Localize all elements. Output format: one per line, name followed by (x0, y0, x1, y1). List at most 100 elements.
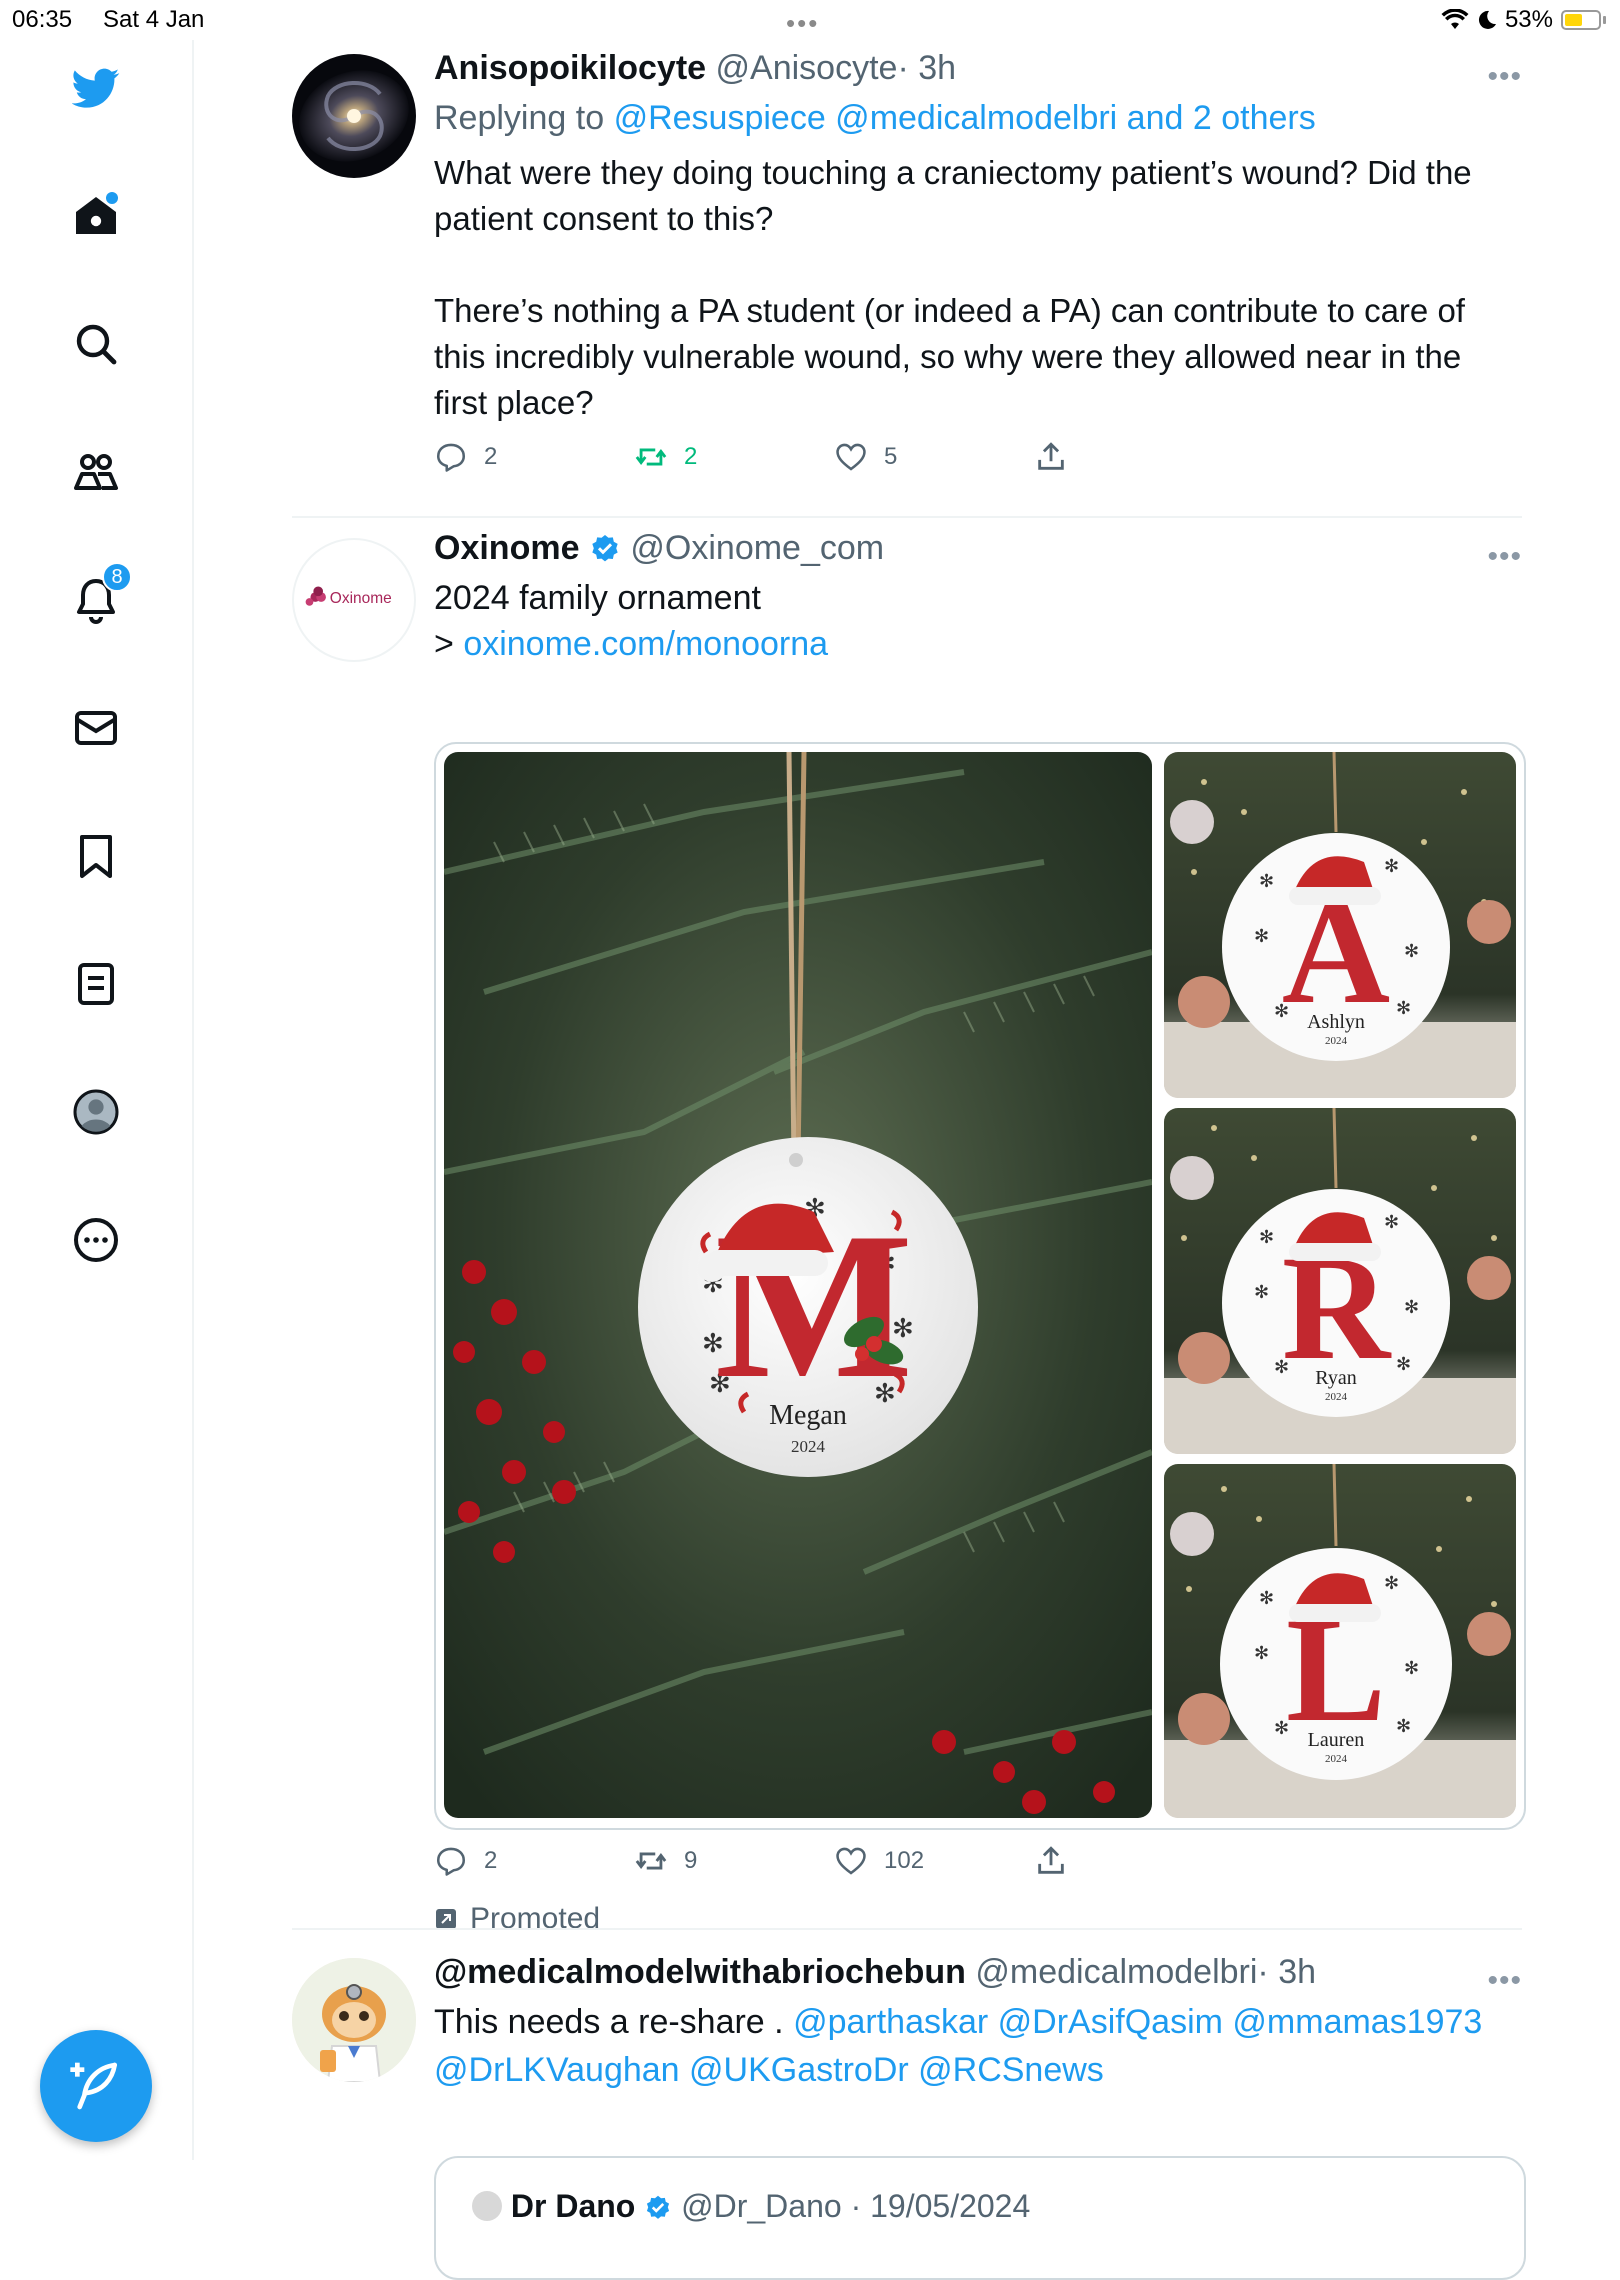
like-button[interactable]: 5 (834, 440, 897, 474)
tweet-text-prefix: This needs a re-share . (434, 2003, 794, 2041)
moon-icon (1478, 10, 1496, 29)
retweet-button[interactable]: 9 (634, 1844, 697, 1878)
search-icon[interactable] (70, 318, 122, 370)
replying-to-label: Replying to (434, 99, 605, 137)
share-icon (1038, 442, 1064, 470)
tweet-mentions-line2[interactable]: @DrLKVaughan @UKGastroDr @RCSnews (434, 2051, 1104, 2089)
heart-icon (836, 443, 866, 471)
author-handle[interactable]: @medicalmodelbri (975, 1953, 1257, 1991)
sidebar: 8 (0, 40, 194, 2160)
author-handle[interactable]: @Oxinome_com (630, 529, 884, 567)
quoted-header: Dr Dano @Dr_Dano · 19/05/2024 (472, 2188, 1030, 2225)
more-options-icon[interactable]: ••• (1487, 540, 1522, 574)
like-count: 5 (884, 443, 898, 470)
home-icon[interactable] (70, 190, 122, 242)
battery-nub (1603, 16, 1606, 24)
svg-text:✻: ✻ (1384, 1212, 1399, 1233)
author-name[interactable]: Anisopoikilocyte (434, 49, 706, 87)
ornament-name: Ashlyn (1307, 1011, 1365, 1033)
avatar-cartoon-doctor[interactable] (292, 1958, 416, 2082)
tweet-actions: 2 9 102 (434, 1844, 1522, 1894)
wifi-icon (1441, 9, 1469, 29)
more-icon[interactable] (70, 1214, 122, 1266)
media-image-lauren[interactable]: L ✻ ✻ ✻ ✻ ✻ ✻ Lauren 2024 (1164, 1464, 1516, 1818)
status-right: 53% (1441, 6, 1606, 34)
svg-text:✻: ✻ (1259, 1227, 1274, 1248)
author-handle[interactable]: @Anisocyte (716, 49, 898, 87)
svg-text:✻: ✻ (1396, 998, 1411, 1019)
verified-badge-icon (647, 2195, 670, 2219)
avatar-oxinome[interactable]: Oxinome (292, 538, 416, 662)
tweet-header: @medicalmodelwithabriochebun @medicalmod… (434, 1950, 1522, 1994)
ornament-name: Lauren (1308, 1729, 1365, 1751)
share-button[interactable] (1034, 440, 1068, 474)
tweet-actions: 2 2 5 (434, 440, 1522, 490)
more-options-icon[interactable]: ••• (1487, 1964, 1522, 1998)
replying-to-users[interactable]: @Resuspiece @medicalmodelbri and 2 other… (614, 99, 1316, 137)
quoted-tweet-card[interactable]: Dr Dano @Dr_Dano · 19/05/2024 (434, 2156, 1526, 2280)
quoted-date: · 19/05/2024 (850, 2188, 1031, 2224)
oxinome-logo-text: Oxinome (330, 590, 392, 607)
author-name[interactable]: Oxinome (434, 529, 579, 567)
replying-to: Replying to @Resuspiece @medicalmodelbri… (434, 96, 1522, 140)
tweet-header: Anisopoikilocyte @Anisocyte· 3h (434, 46, 1522, 90)
tweet-text: What were they doing touching a craniect… (434, 154, 1472, 421)
more-options-icon[interactable]: ••• (1487, 60, 1522, 94)
avatar-galaxy[interactable] (292, 54, 416, 178)
tweet-anisocyte[interactable]: Anisopoikilocyte @Anisocyte· 3h ••• Repl… (292, 40, 1522, 518)
messages-icon[interactable] (70, 702, 122, 754)
media-image-megan[interactable]: ✻ ✻ ✻ ✻ ✻ ✻ ✻ M Megan 2024 (444, 752, 1152, 1818)
like-count: 102 (884, 1847, 925, 1874)
svg-text:✻: ✻ (1254, 1282, 1269, 1303)
profile-icon[interactable] (70, 1086, 122, 1138)
heart-icon (836, 1847, 866, 1875)
multitasking-dots-icon[interactable]: ••• (786, 8, 819, 39)
retweet-button[interactable]: 2 (634, 440, 697, 474)
retweet-count: 2 (684, 443, 698, 470)
svg-text:✻: ✻ (1384, 1573, 1399, 1594)
svg-text:✻: ✻ (1254, 1643, 1269, 1664)
compose-button[interactable] (40, 2030, 152, 2142)
tweet-mentions-line1[interactable]: @parthaskar @DrAsifQasim @mmamas1973 (793, 2003, 1482, 2041)
notifications-badge: 8 (102, 562, 132, 592)
quoted-avatar (472, 2191, 502, 2221)
media-grid: ✻ ✻ ✻ ✻ ✻ ✻ ✻ M Megan 2024 A ✻ ✻ ✻ ✻ ✻ ✻… (434, 742, 1526, 1830)
ornament-year: 2024 (1325, 1753, 1348, 1765)
author-name[interactable]: @medicalmodelwithabriochebun (434, 1953, 966, 1991)
svg-text:✻: ✻ (1384, 856, 1399, 877)
tweet-time[interactable]: · 3h (897, 49, 956, 87)
home-unread-dot (106, 192, 118, 204)
media-image-ashlyn[interactable]: A ✻ ✻ ✻ ✻ ✻ ✻ Ashlyn 2024 (1164, 752, 1516, 1098)
retweet-count: 9 (684, 1847, 698, 1874)
battery-percent: 53% (1504, 6, 1553, 33)
tweet-header: Oxinome @Oxinome_com (434, 526, 1522, 570)
share-button[interactable] (1034, 1844, 1068, 1878)
tweet-oxinome[interactable]: Oxinome Oxinome @Oxinome_com ••• 2024 fa… (292, 518, 1526, 1968)
tweet-time[interactable]: · 3h (1257, 1953, 1316, 1991)
media-image-ryan[interactable]: R ✻ ✻ ✻ ✻ ✻ ✻ Ryan 2024 (1164, 1108, 1516, 1454)
tweet-medicalmodelbri[interactable]: @medicalmodelwithabriochebun @medicalmod… (292, 1930, 1526, 2280)
quoted-handle: @Dr_Dano (681, 2188, 842, 2224)
communities-icon[interactable] (70, 446, 122, 498)
svg-text:✻: ✻ (1404, 1297, 1419, 1318)
svg-text:✻: ✻ (1259, 871, 1274, 892)
twitter-bird-icon[interactable] (70, 62, 122, 114)
status-time: 06:35 (12, 6, 73, 33)
verified-badge-icon (592, 535, 618, 562)
bookmarks-icon[interactable] (70, 830, 122, 882)
like-button[interactable]: 102 (834, 1844, 924, 1878)
notifications-icon[interactable]: 8 (70, 562, 132, 626)
svg-text:✻: ✻ (1274, 1001, 1289, 1022)
ornament-name: Ryan (1315, 1367, 1356, 1389)
status-bar: 06:35 Sat 4 Jan ••• 53% (0, 0, 1620, 40)
tweet-text: This needs a re-share . @parthaskar @DrA… (434, 1998, 1522, 2094)
svg-text:✻: ✻ (1396, 1354, 1411, 1375)
tweet-link-line: > oxinome.com/monoorna (434, 620, 1522, 668)
reply-button[interactable]: 2 (434, 440, 497, 474)
retweet-icon (635, 1852, 667, 1870)
lists-icon[interactable] (70, 958, 122, 1010)
ornament-year: 2024 (791, 1437, 826, 1456)
reply-button[interactable]: 2 (434, 1844, 497, 1878)
tweet-link[interactable]: oxinome.com/monoorna (463, 625, 828, 663)
svg-text:✻: ✻ (1254, 926, 1269, 947)
